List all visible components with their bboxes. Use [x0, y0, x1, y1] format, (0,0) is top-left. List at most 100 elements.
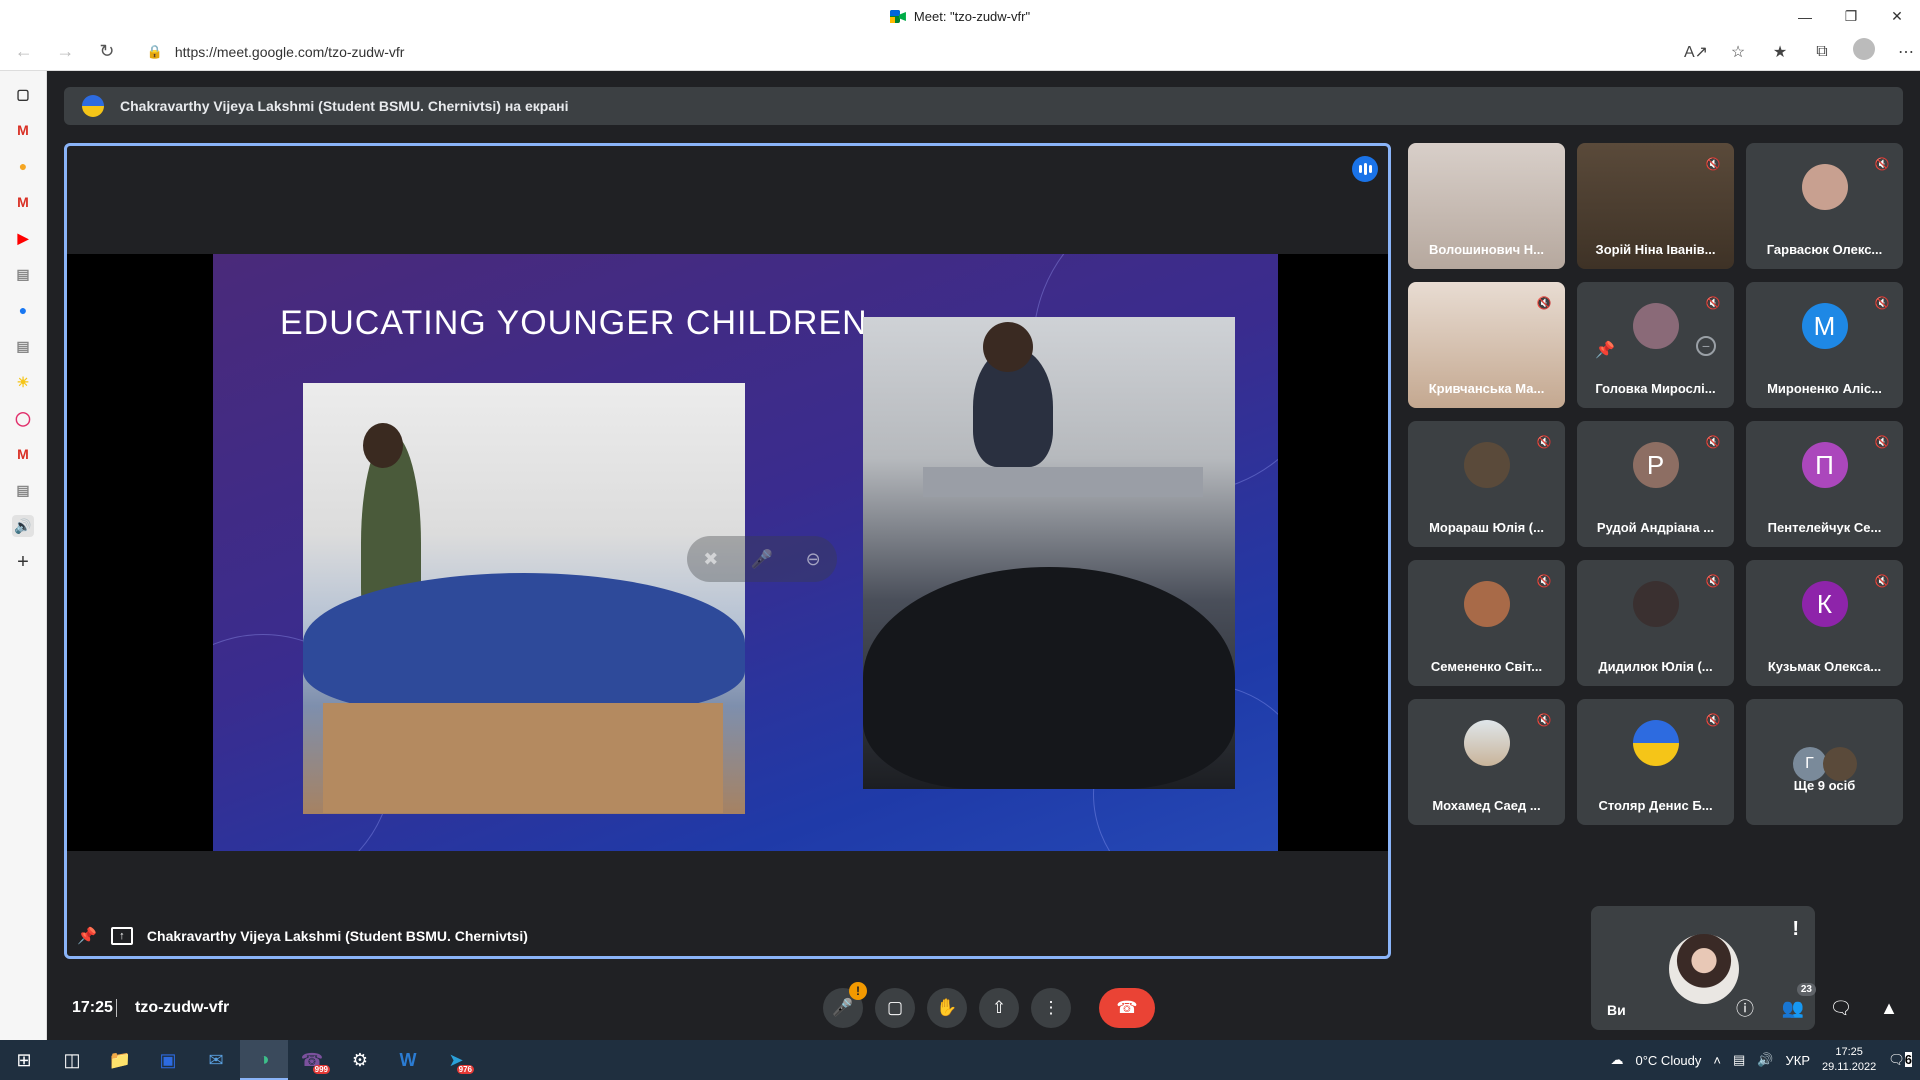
participant-tile[interactable]: 🔇 Зорій Ніна Іванів... — [1577, 143, 1734, 269]
weather-icon[interactable]: ☁ — [1611, 1052, 1624, 1068]
address-bar[interactable]: 🔒 https://meet.google.com/tzo-zudw-vfr — [139, 37, 1670, 67]
url-text: https://meet.google.com/tzo-zudw-vfr — [174, 43, 405, 60]
participant-tile[interactable]: 🔇 Семененко Світ... — [1408, 560, 1565, 686]
people-icon[interactable]: 👥 23 — [1780, 983, 1816, 1021]
participant-name: Головка Мирослі... — [1595, 381, 1716, 396]
participant-tile[interactable]: 🔇 Морараш Юлія (... — [1408, 421, 1565, 547]
participant-avatar — [1632, 303, 1679, 349]
windows-start-icon[interactable]: ⊞ — [0, 1040, 48, 1080]
remove-icon[interactable]: − — [1696, 336, 1716, 356]
forward-icon[interactable]: → — [48, 36, 84, 68]
word-icon[interactable]: W — [384, 1040, 432, 1080]
participant-avatar: П — [1801, 442, 1848, 488]
speaking-indicator-icon — [1352, 156, 1378, 182]
mic-icon[interactable]: 🎤 — [751, 549, 773, 570]
tabs-icon[interactable]: ▢ — [12, 83, 34, 105]
windows-taskbar: ⊞ ◫ 📁 ▣ ✉ ◑ ☎ 999 ⚙ W ➤ 976 ☁ 0°C Cloudy ˄… — [0, 1040, 1920, 1080]
minimize-button[interactable]: — — [1782, 0, 1828, 33]
participant-name: Зорій Ніна Іванів... — [1595, 242, 1716, 257]
notifications-icon[interactable]: 🗨6 — [1888, 1052, 1912, 1068]
profile-icon[interactable] — [1850, 38, 1878, 65]
tray-chevron-icon[interactable]: ˄ — [1713, 1053, 1721, 1068]
participant-name: Мироненко Аліс... — [1767, 381, 1882, 396]
divider — [116, 999, 117, 1017]
gmail-icon[interactable]: M — [12, 443, 34, 465]
participant-tile[interactable]: 🔇 Дидилюк Юлія (... — [1577, 560, 1734, 686]
remove-icon[interactable]: ⊖ — [806, 549, 821, 570]
activities-icon[interactable]: ▲ — [1876, 995, 1902, 1021]
participant-tile[interactable]: 🔇 К Кузьмак Олекса... — [1746, 560, 1903, 686]
meet-area: Chakravarthy Vijeya Lakshmi (Student BSM… — [47, 71, 1920, 1040]
favorites-icon[interactable]: ★ — [1766, 42, 1794, 62]
participant-tile[interactable]: 🔇 Гарвасюк Олекс... — [1746, 143, 1903, 269]
app-icon[interactable]: ▤ — [12, 479, 34, 501]
mail-icon[interactable]: ✉ — [192, 1040, 240, 1080]
more-options-button[interactable]: ⋮ — [1031, 988, 1071, 1028]
weather-text[interactable]: 0°C Cloudy — [1636, 1053, 1702, 1068]
participant-name: Дидилюк Юлія (... — [1598, 659, 1713, 674]
instagram-icon[interactable]: ◯ — [12, 407, 34, 429]
restore-button[interactable]: ❐ — [1828, 0, 1874, 33]
participant-name: Семененко Світ... — [1430, 659, 1543, 674]
collections-icon[interactable]: ⧉ — [1808, 43, 1836, 61]
participant-tile[interactable]: 🔇 Мохамед Саед ... — [1408, 699, 1565, 825]
mic-off-icon: 🔇 — [1874, 296, 1890, 310]
clock[interactable]: 17:25 29.11.2022 — [1822, 1045, 1876, 1075]
taskbar-date: 29.11.2022 — [1822, 1061, 1877, 1073]
participant-tile[interactable]: 🔇 Кривчанська Ма... — [1408, 282, 1565, 408]
participant-avatar: Г — [1792, 747, 1827, 781]
viber-icon[interactable]: ☎ 999 — [288, 1040, 336, 1080]
camera-button[interactable]: ▢ — [875, 988, 915, 1028]
present-button[interactable]: ⇧ — [979, 988, 1019, 1028]
lock-icon[interactable]: 🔒 — [147, 44, 163, 60]
back-icon[interactable]: ← — [6, 36, 42, 68]
classroom-photo — [863, 317, 1235, 789]
classroom-photo — [303, 383, 745, 814]
participant-avatar: К — [1801, 581, 1848, 627]
refresh-icon[interactable]: ↻ — [89, 36, 125, 68]
chat-icon[interactable]: 🗨 — [1828, 995, 1854, 1021]
more-options-icon[interactable]: ⋯ — [1892, 42, 1920, 62]
pin-icon[interactable]: ✖ — [703, 549, 718, 570]
participant-tile[interactable]: 🔇 M Мироненко Аліс... — [1746, 282, 1903, 408]
participant-tile[interactable]: 🔇 Р Рудой Андріана ... — [1577, 421, 1734, 547]
participant-tile[interactable]: 🔇 Столяр Денис Б... — [1577, 699, 1734, 825]
app-icon[interactable]: ☀ — [12, 371, 34, 393]
app-icon[interactable]: ▤ — [12, 263, 34, 285]
taskbar-time: 17:25 — [1835, 1046, 1863, 1058]
app-icon[interactable]: ● — [12, 299, 34, 321]
participant-avatar: M — [1801, 303, 1848, 349]
participant-name: Волошинович Н... — [1428, 242, 1545, 257]
file-explorer-icon[interactable]: 📁 — [96, 1040, 144, 1080]
gmail-icon[interactable]: M — [12, 191, 34, 213]
network-icon[interactable]: ▤ — [1733, 1052, 1745, 1068]
meeting-details-icon[interactable]: ⓘ — [1732, 995, 1758, 1021]
read-aloud-icon[interactable]: A↗ — [1682, 42, 1710, 62]
telegram-icon[interactable]: ➤ 976 — [432, 1040, 480, 1080]
language-indicator[interactable]: УКР — [1785, 1053, 1810, 1068]
app-icon[interactable]: ▤ — [12, 335, 34, 357]
alert-icon[interactable]: ! — [1792, 918, 1799, 941]
app-icon[interactable]: ● — [12, 155, 34, 177]
pin-icon[interactable]: 📌 — [77, 926, 97, 946]
more-participants-tile[interactable]: Г Ще 9 осіб — [1746, 699, 1903, 825]
participant-tile[interactable]: 🔇 П Пентелейчук Се... — [1746, 421, 1903, 547]
edge-icon[interactable]: ◑ — [240, 1040, 288, 1080]
youtube-icon[interactable]: ▶ — [12, 227, 34, 249]
store-icon[interactable]: ▣ — [144, 1040, 192, 1080]
participant-tile[interactable]: Волошинович Н... — [1408, 143, 1565, 269]
volume-icon[interactable]: 🔊 — [1757, 1052, 1773, 1068]
pin-icon[interactable]: 📌 — [1595, 340, 1615, 360]
close-button[interactable]: ✕ — [1874, 0, 1920, 33]
settings-icon[interactable]: ⚙ — [336, 1040, 384, 1080]
leave-call-button[interactable]: ☎ — [1099, 988, 1155, 1028]
favorite-add-icon[interactable]: ☆ — [1724, 42, 1752, 62]
add-icon[interactable]: + — [12, 551, 34, 573]
participant-tile[interactable]: 🔇 📌 − Головка Мирослі... — [1577, 282, 1734, 408]
raise-hand-button[interactable]: ✋ — [927, 988, 967, 1028]
presentation-stage[interactable]: EDUCATING YOUNGER CHILDREN ✖ 🎤 ⊖ 📌 ↑ Cha… — [64, 143, 1391, 959]
mic-button[interactable]: 🎤! — [823, 982, 867, 1028]
gmail-icon[interactable]: M — [12, 119, 34, 141]
speaker-icon[interactable]: 🔊 — [12, 515, 34, 537]
task-view-icon[interactable]: ◫ — [48, 1040, 96, 1080]
